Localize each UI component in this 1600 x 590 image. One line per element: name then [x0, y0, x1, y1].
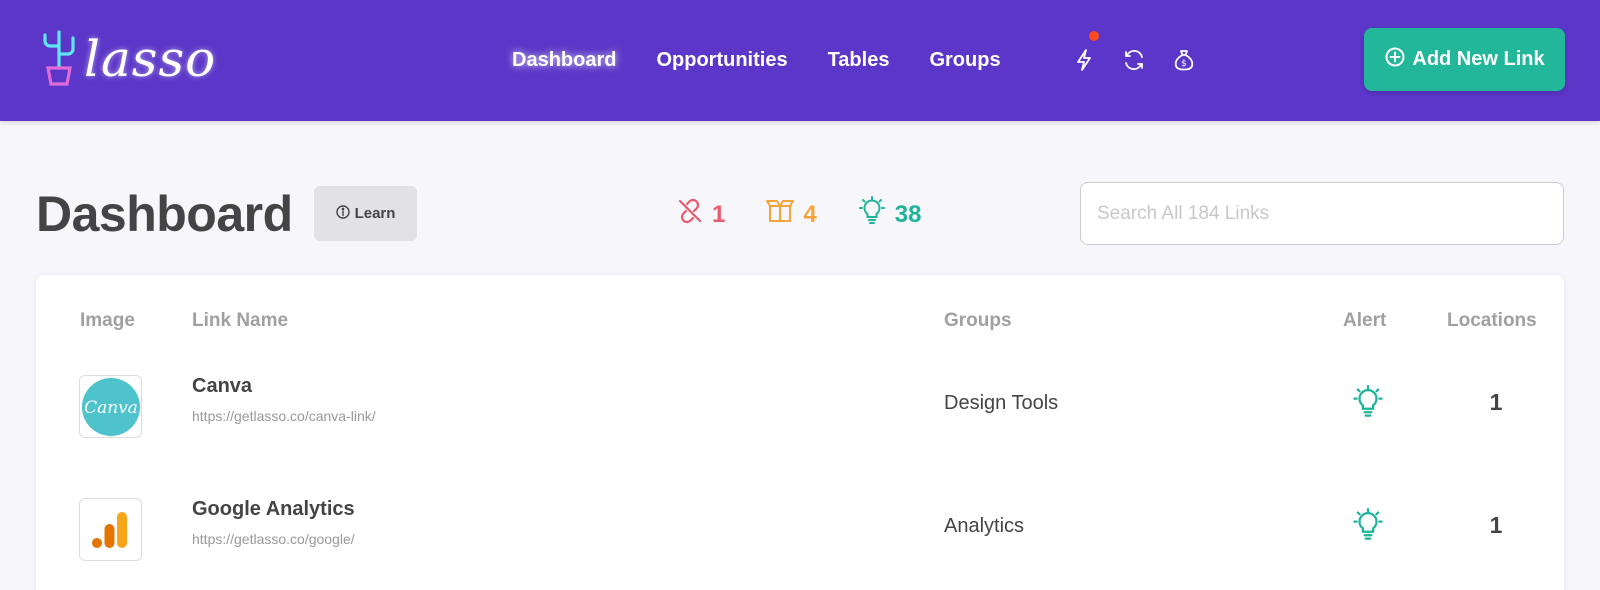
- lightning-icon[interactable]: [1070, 30, 1100, 74]
- nav-groups[interactable]: Groups: [929, 46, 1000, 74]
- locations-count[interactable]: 1: [1481, 389, 1511, 416]
- column-header-link-name[interactable]: Link Name: [192, 310, 288, 332]
- out-of-stock-count: 4: [803, 200, 817, 228]
- table-row[interactable]: Canva Canva https://getlasso.co/canva-li…: [36, 355, 1564, 455]
- link-name[interactable]: Google Analytics: [192, 498, 355, 521]
- add-new-link-label: Add New Link: [1412, 48, 1545, 70]
- links-table: Image Link Name Groups Alert Locations C…: [36, 275, 1564, 590]
- column-header-image[interactable]: Image: [80, 310, 135, 332]
- notification-dot: [1088, 30, 1100, 42]
- lightbulb-icon[interactable]: [1348, 382, 1388, 422]
- header-icon-group: $: [1070, 30, 1198, 74]
- link-url[interactable]: https://getlasso.co/google/: [192, 531, 355, 547]
- broken-links-count: 1: [712, 200, 726, 228]
- open-box-icon: [765, 198, 795, 231]
- link-group[interactable]: Design Tools: [944, 392, 1058, 415]
- link-group[interactable]: Analytics: [944, 515, 1024, 538]
- canva-logo: Canva: [81, 377, 140, 436]
- money-bag-icon[interactable]: $: [1170, 46, 1198, 74]
- info-icon: [335, 204, 350, 223]
- column-header-alert[interactable]: Alert: [1343, 310, 1386, 332]
- main-nav: Dashboard Opportunities Tables Groups: [512, 46, 1001, 74]
- link-url[interactable]: https://getlasso.co/canva-link/: [192, 408, 376, 424]
- opportunities-stat[interactable]: 38: [857, 196, 922, 233]
- broken-links-stat[interactable]: 1: [676, 197, 725, 232]
- top-navigation-bar: lasso Dashboard Opportunities Tables Gro…: [0, 0, 1600, 121]
- add-new-link-button[interactable]: Add New Link: [1364, 28, 1565, 91]
- svg-text:$: $: [1181, 59, 1187, 69]
- locations-count[interactable]: 1: [1481, 512, 1511, 539]
- learn-label: Learn: [354, 205, 396, 222]
- lasso-logo[interactable]: lasso: [38, 24, 216, 94]
- column-header-locations[interactable]: Locations: [1447, 310, 1537, 332]
- plus-circle-icon: [1384, 46, 1406, 74]
- table-row[interactable]: Google Analytics https://getlasso.co/goo…: [36, 478, 1564, 578]
- google-analytics-logo: [91, 511, 127, 548]
- search-input[interactable]: [1080, 182, 1564, 245]
- link-image: [79, 498, 142, 561]
- svg-text:Canva: Canva: [84, 398, 138, 418]
- nav-opportunities[interactable]: Opportunities: [656, 46, 787, 74]
- page-title: Dashboard: [36, 186, 293, 242]
- nav-dashboard[interactable]: Dashboard: [512, 46, 616, 74]
- link-name[interactable]: Canva: [192, 375, 252, 398]
- cactus-icon: [38, 26, 80, 93]
- nav-tables[interactable]: Tables: [828, 46, 890, 74]
- logo-text: lasso: [84, 30, 217, 88]
- refresh-icon[interactable]: [1120, 46, 1148, 74]
- broken-link-icon: [676, 197, 704, 232]
- opportunities-count: 38: [894, 200, 922, 228]
- out-of-stock-stat[interactable]: 4: [765, 198, 817, 231]
- link-image: Canva: [79, 375, 142, 438]
- link-stats: 1 4 38: [676, 196, 921, 233]
- lightbulb-icon: [857, 196, 887, 233]
- column-header-groups[interactable]: Groups: [944, 310, 1012, 332]
- lightbulb-icon[interactable]: [1348, 505, 1388, 545]
- learn-button[interactable]: Learn: [314, 186, 417, 241]
